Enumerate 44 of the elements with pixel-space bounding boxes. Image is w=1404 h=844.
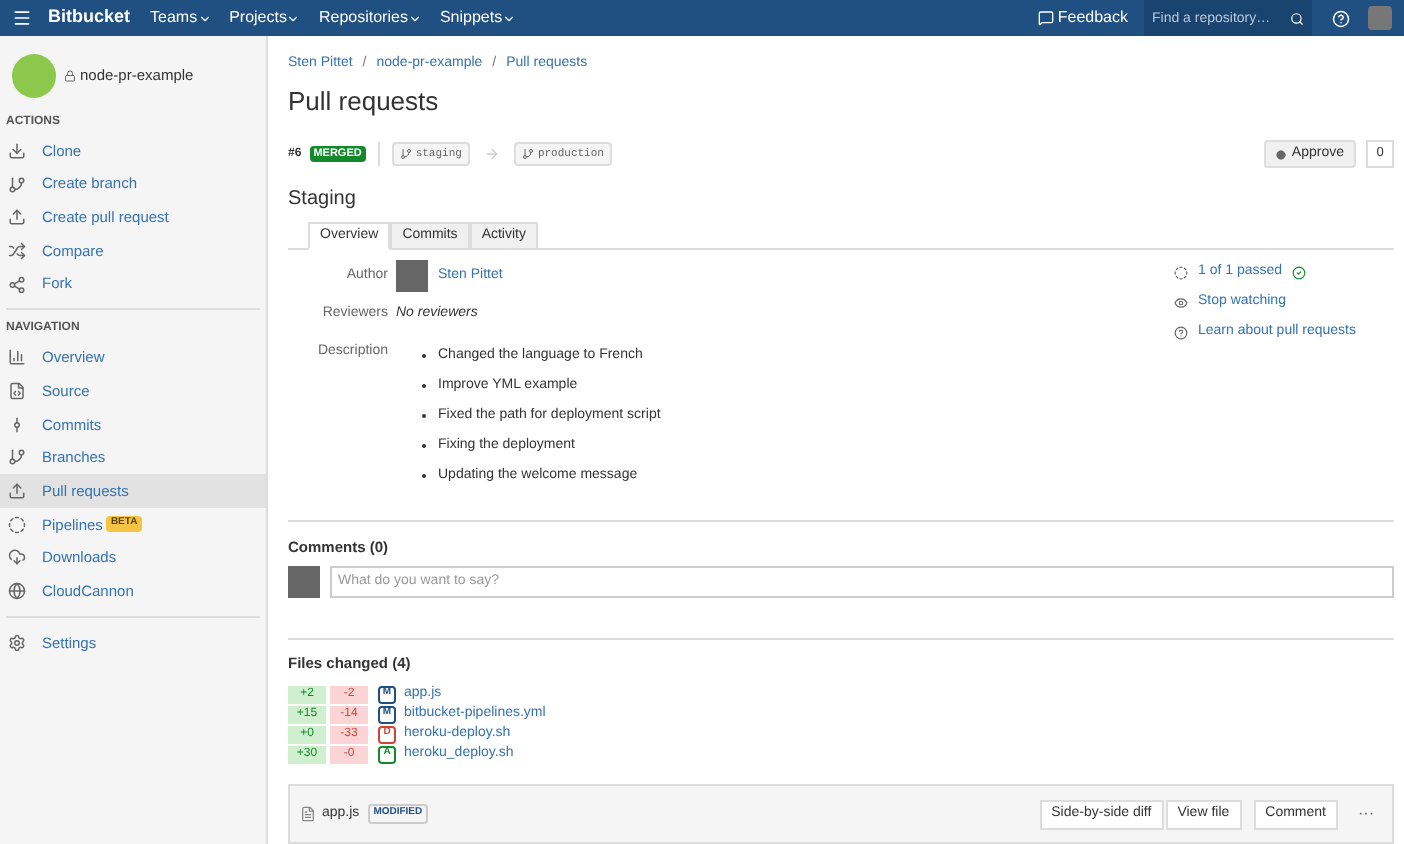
menu-icon[interactable]: [12, 8, 32, 28]
upload-icon: [8, 482, 26, 501]
eye-icon: [1174, 296, 1188, 310]
globe-icon: [8, 582, 26, 601]
help-icon[interactable]: [1332, 9, 1350, 27]
lock-icon: [64, 70, 76, 82]
branch-icon: [8, 175, 26, 194]
file-icon: [300, 806, 316, 822]
page-title: Pull requests: [288, 83, 441, 120]
nav-menu[interactable]: Teams: [150, 6, 198, 30]
nav-menu[interactable]: Snippets: [439, 6, 503, 30]
branch-icon: [8, 448, 26, 467]
download-icon: [8, 141, 26, 160]
fork-icon: [8, 275, 26, 294]
branch-icon: [521, 148, 534, 160]
feedback-link[interactable]: Feedback: [1057, 6, 1128, 30]
caret-icon: [286, 11, 301, 25]
help-icon: [1174, 326, 1188, 340]
nav-menu[interactable]: Projects: [229, 6, 287, 30]
circle-icon: [1174, 266, 1188, 280]
circle-icon: [8, 515, 26, 534]
nav-menu[interactable]: Repositories: [318, 6, 408, 30]
more-button[interactable]: ···: [1358, 802, 1374, 826]
check-icon: [1292, 266, 1307, 280]
avatar: [396, 260, 428, 292]
repo-logo: [12, 54, 56, 98]
feedback-icon: [1037, 10, 1054, 26]
logo[interactable]: Bitbucket: [48, 4, 131, 32]
settings-icon: [8, 634, 26, 653]
pr-title: Staging: [288, 186, 358, 214]
file-icon: [8, 381, 26, 400]
upload-icon: [8, 208, 26, 227]
cloud-download-icon: [8, 548, 26, 567]
branch-icon: [399, 148, 412, 160]
caret-icon: [502, 11, 517, 25]
search-icon: [1290, 11, 1304, 25]
dot-icon: [1275, 149, 1286, 159]
arrow-icon: [483, 146, 500, 162]
caret-icon: [407, 11, 422, 25]
commit-icon: [8, 415, 26, 434]
shuffle-icon: [8, 241, 26, 260]
avatar: [288, 565, 320, 598]
caret-icon: [197, 11, 212, 25]
bar-chart-icon: [8, 348, 26, 367]
